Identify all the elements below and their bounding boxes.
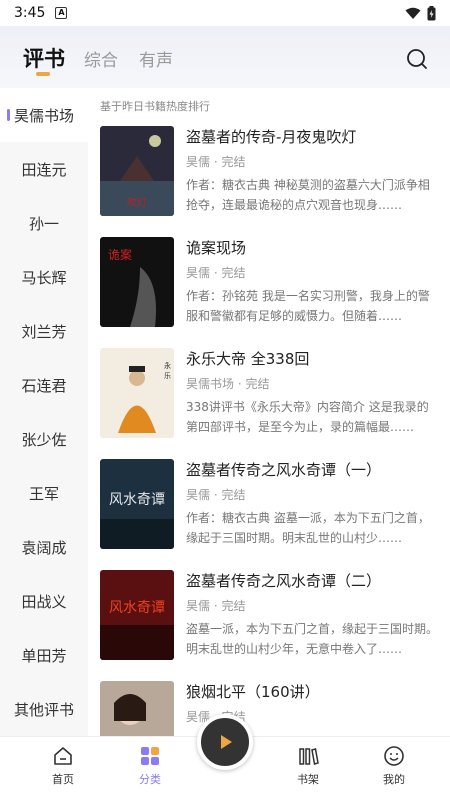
profile-icon [384,746,404,766]
category-icon [141,747,159,765]
sidebar-item-label: 其他评书 [13,700,74,719]
sidebar-item-haoru[interactable]: 昊儒书场 [0,88,88,142]
book-meta: 昊儒 · 完结 [186,266,246,280]
wifi-icon [405,7,421,19]
nav-category[interactable]: 分类 [120,745,180,787]
sidebar-item-other[interactable]: 其他评书 [0,682,88,736]
book-meta: 昊儒书场 · 完结 [186,377,270,391]
play-icon [221,735,232,749]
sidebar-item-sunyi[interactable]: 孙一 [0,196,88,250]
sidebar-item-machanghui[interactable]: 马长辉 [0,250,88,304]
sidebar-item-shantianfang[interactable]: 单田芳 [0,628,88,682]
book-item[interactable]: 风水奇谭 盗墓者传奇之风水奇谭（一） 昊儒 · 完结 作者：糖衣古典 盗墓一派，… [100,459,440,559]
sidebar-item-label: 马长辉 [21,268,67,287]
book-item[interactable]: 诡案 诡案现场 昊儒 · 完结 作者：孙铭苑 我是一名实习刑警，我身上的警服和警… [100,237,440,337]
sidebar-item-label: 石连君 [21,376,67,395]
sidebar-item-wangjun[interactable]: 王军 [0,466,88,520]
book-description: 盗墓一派，本为下五门之首，缘起于三国时期。明末乱世的山村少年，无意中卷入了…… [186,622,438,656]
sidebar-item-tianlianyuan[interactable]: 田连元 [0,142,88,196]
sim-notification-icon: A [55,7,68,19]
sidebar-item-label: 昊儒书场 [13,106,74,125]
book-description: 作者：孙铭苑 我是一名实习刑警，我身上的警服和警徽都有足够的威慑力。但随着…… [186,289,430,323]
top-tab-bar: 评书 综合 有声 [0,26,450,88]
status-time: 3:45 [14,5,46,21]
sidebar-item-shilianjun[interactable]: 石连君 [0,358,88,412]
book-item[interactable]: 狼烟北平 狼烟北平（160讲） 昊儒 · 完结 [100,681,440,736]
tab-zonghe[interactable]: 综合 [84,46,118,71]
nav-bookshelf-label: 书架 [297,773,319,786]
battery-icon [427,5,436,20]
book-meta: 昊儒 · 完结 [186,155,246,169]
nav-bookshelf[interactable]: 书架 [278,745,338,787]
book-title: 狼烟北平（160讲） [186,683,320,701]
tab-yousheng[interactable]: 有声 [139,46,173,71]
svg-text:风水奇谭: 风水奇谭 [109,599,165,616]
book-cover: 风水奇谭 [100,570,174,660]
sidebar-item-yuankuocheng[interactable]: 袁阔成 [0,520,88,574]
nav-home-label: 首页 [52,773,74,786]
book-title: 盗墓者传奇之风水奇谭（一） [186,461,382,479]
home-icon [54,747,72,765]
tab-pingshu[interactable]: 评书 [23,43,65,73]
svg-text:诡案: 诡案 [108,247,132,262]
book-cover: 永 乐 [100,348,174,438]
nav-profile-label: 我的 [383,773,405,786]
book-meta: 昊儒 · 完结 [186,488,246,502]
sidebar-item-label: 王军 [28,484,59,503]
svg-text:吹灯: 吹灯 [127,196,147,209]
nav-home[interactable]: 首页 [33,745,93,787]
nav-profile[interactable]: 我的 [364,745,424,787]
mini-player-button[interactable] [197,714,253,770]
status-icons [405,5,436,21]
svg-text:乐: 乐 [164,371,171,380]
book-cover: 诡案 [100,237,174,327]
book-meta: 昊儒 · 完结 [186,599,246,613]
sidebar-item-tianzhanyi[interactable]: 田战义 [0,574,88,628]
search-icon[interactable] [406,48,428,70]
book-cover: 风水奇谭 [100,459,174,549]
book-cover: 吹灯 [100,126,174,216]
nav-category-label: 分类 [139,773,161,786]
category-sidebar: 昊儒书场 田连元 孙一 马长辉 刘兰芳 石连君 张少佐 王军 袁阔成 田战义 单… [0,88,88,736]
book-cover: 狼烟北平 [100,681,174,736]
book-description: 作者：糖衣古典 盗墓一派，本为下五门之首，缘起于三国时期。明末乱世的山村少…… [186,511,430,545]
sidebar-item-label: 刘兰芳 [21,322,67,341]
sidebar-item-label: 袁阔成 [21,538,67,557]
sidebar-item-label: 孙一 [28,214,59,233]
book-item[interactable]: 吹灯 盗墓者的传奇-月夜鬼吹灯 昊儒 · 完结 作者：糖衣古典 神秘莫测的盗墓六… [100,126,440,226]
sidebar-item-label: 张少佐 [21,430,67,449]
book-description: 作者：糖衣古典 神秘莫测的盗墓六大门派争相抢夺，连最最诡秘的点穴观音也现身…… [186,178,430,212]
book-title: 盗墓者的传奇-月夜鬼吹灯 [186,128,357,146]
ranking-hint: 基于昨日书籍热度排行 [100,100,210,113]
sidebar-item-liulanfang[interactable]: 刘兰芳 [0,304,88,358]
status-bar: 3:45 A [0,0,450,26]
bookshelf-icon [299,748,319,765]
sidebar-item-label: 田战义 [21,592,67,611]
book-title: 诡案现场 [186,239,247,257]
sidebar-item-label: 单田芳 [21,646,67,665]
svg-text:风水奇谭: 风水奇谭 [109,491,165,508]
book-title: 永乐大帝 全338回 [186,350,310,368]
sidebar-item-zhangshaozuo[interactable]: 张少佐 [0,412,88,466]
book-description: 338讲评书《永乐大帝》内容简介 这是我录的第四部评书，是至今为止，录的篇幅最…… [186,400,429,434]
book-item[interactable]: 风水奇谭 盗墓者传奇之风水奇谭（二） 昊儒 · 完结 盗墓一派，本为下五门之首，… [100,570,440,670]
book-list: 基于昨日书籍热度排行 吹灯 盗墓者的传奇-月夜鬼吹灯 昊儒 · 完结 作者：糖衣… [88,88,450,736]
tab-active-indicator [36,72,50,76]
book-title: 盗墓者传奇之风水奇谭（二） [186,572,382,590]
sidebar-item-label: 田连元 [21,160,67,179]
book-item[interactable]: 永 乐 永乐大帝 全338回 昊儒书场 · 完结 338讲评书《永乐大帝》内容简… [100,348,440,448]
svg-text:永: 永 [164,361,171,370]
